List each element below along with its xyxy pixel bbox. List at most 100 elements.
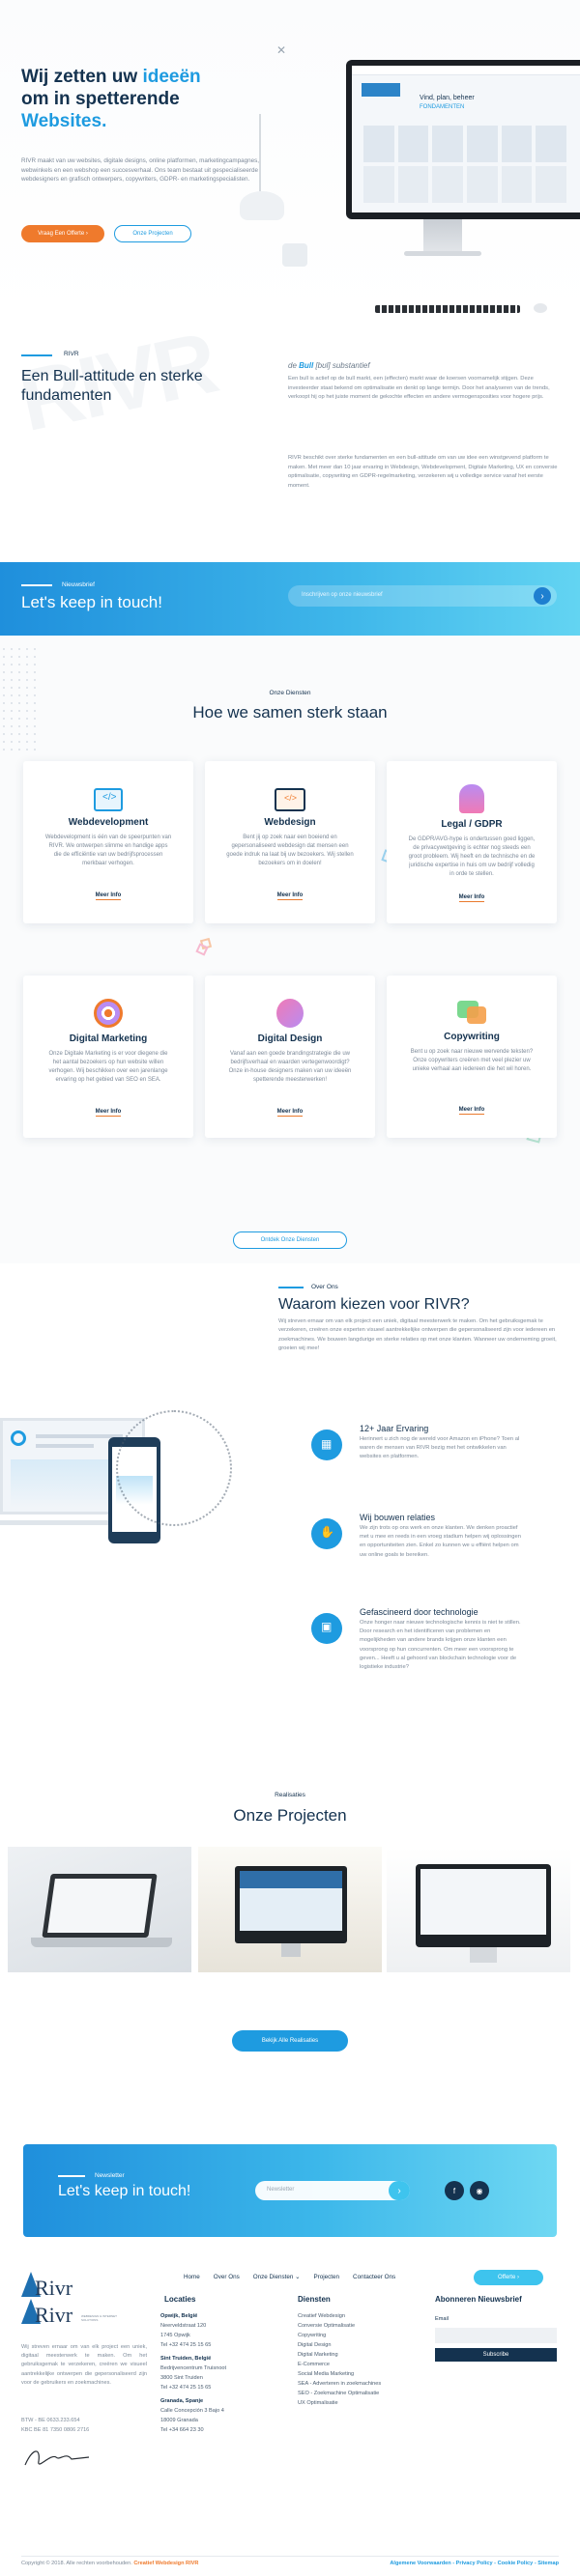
about-section: RIVR RIVR Een Bull-attitude en sterke fu… (0, 315, 580, 560)
footer-nav: Home Over Ons Onze Diensten ⌄ Projecten … (184, 2274, 395, 2280)
service-card-legal-gdpr: Legal / GDPR De GDPR/AVG-hype is ondertu… (387, 761, 557, 923)
hero-title-highlight: ideeën (142, 67, 201, 87)
service-link[interactable]: SEA - Adverteren in zoekmachines (298, 2379, 385, 2389)
service-description: Vanaf aan een goede brandingstrategie di… (228, 1051, 352, 1083)
calendar-icon: ▦ (311, 1430, 342, 1460)
subscribe-button[interactable]: Subscribe (435, 2348, 557, 2362)
project-card-laptop[interactable] (8, 1847, 191, 1972)
hero-cup-image (282, 243, 307, 267)
newsletter-input[interactable]: Inschrijven op onze nieuwsbrief (288, 585, 557, 607)
copyright-link[interactable]: Creatief Webdesign RIVR (133, 2561, 198, 2566)
more-info-link[interactable]: Meer Info (276, 892, 304, 900)
service-link[interactable]: Conversie Optimalisatie (298, 2321, 423, 2331)
location-name: Opwijk, België (160, 2313, 198, 2319)
request-quote-button[interactable]: Vraag Een Offerte › (21, 225, 104, 242)
location-phone[interactable]: Tel +32 474 25 15 65 (160, 2340, 276, 2350)
more-info-link[interactable]: Meer Info (276, 1109, 304, 1117)
newsletter2-submit-button[interactable]: › (389, 2181, 410, 2200)
project-card-monitor[interactable] (198, 1847, 382, 1972)
nav-projecten[interactable]: Projecten (313, 2274, 339, 2280)
about-eyebrow-line (21, 354, 52, 356)
offerte-label: Offerte › (498, 2275, 519, 2280)
more-info-link[interactable]: Meer Info (95, 892, 122, 900)
service-link[interactable]: Social Media Marketing (298, 2369, 423, 2379)
target-icon (94, 999, 123, 1028)
newsletter2-eyebrow: Newsletter (95, 2172, 125, 2179)
request-quote-label: Vraag Een Offerte (38, 231, 85, 237)
service-link[interactable]: UX Optimalisatie (298, 2398, 423, 2408)
location-line: 18009 Granada (160, 2418, 198, 2423)
newsletter-title: Let's keep in touch! (21, 593, 162, 611)
newsletter2-input[interactable]: Newsletter (255, 2181, 410, 2200)
monitor-design-icon: </> (275, 788, 305, 811)
location-phone[interactable]: Tel +32 474 25 15 65 (160, 2383, 276, 2392)
chat-bubble-icon (457, 999, 486, 1026)
service-link[interactable]: SEO - Zoekmachine Optimalisatie (298, 2389, 394, 2398)
definition-article: de (288, 361, 300, 370)
keyboard-image (375, 305, 520, 313)
more-info-link[interactable]: Meer Info (458, 1107, 485, 1115)
more-info-link[interactable]: Meer Info (458, 894, 485, 902)
projects-section: Realisaties Onze Projecten Bekijk Alle R… (0, 1777, 580, 2125)
service-card-webdevelopment: </> Webdevelopment Webdevelopment is één… (23, 761, 193, 923)
location-opwijk: Opwijk, België Neerveldstraat 120 1745 O… (160, 2311, 276, 2350)
service-link[interactable]: Creatief Webdesign (298, 2311, 423, 2321)
service-description: De GDPR/AVG-hype is ondertussen goed lig… (408, 836, 536, 877)
project-card-imac[interactable] (387, 1847, 570, 1972)
instagram-glyph: ◉ (476, 2186, 483, 2195)
service-link[interactable]: Copywriting (298, 2331, 423, 2340)
location-phone[interactable]: Tel +34 664 23 30 (160, 2425, 276, 2435)
handshake-icon: ✋ (311, 1518, 342, 1549)
discover-services-button[interactable]: Ontdek Onze Diensten (233, 1231, 347, 1249)
close-icon[interactable]: ✕ (276, 43, 286, 57)
service-title: Legal / GDPR (441, 819, 503, 830)
footer-btw: BTW - BE 0633.233.654 (21, 2418, 80, 2423)
nav-contacteer-ons[interactable]: Contacteer Ons (353, 2274, 395, 2280)
service-title: Digital Design (257, 1033, 323, 1044)
newsletter-submit-button[interactable]: › (534, 587, 551, 605)
code-window-icon: </> (94, 788, 123, 811)
projects-eyebrow: Realisaties (275, 1792, 305, 1798)
our-projects-label: Onze Projecten (132, 231, 173, 237)
definition-word: Bull (299, 361, 314, 370)
service-link[interactable]: E-Commerce (298, 2360, 423, 2369)
feature-title: Gefascineerd door technologie (360, 1607, 478, 1617)
facebook-glyph: f (452, 2186, 456, 2195)
locations-title: Locaties (164, 2295, 196, 2304)
devices-illustration (0, 1399, 242, 1582)
service-link[interactable]: Digital Design (298, 2340, 423, 2350)
facebook-icon[interactable]: f (445, 2181, 464, 2200)
location-line: Neerveldstraat 120 (160, 2323, 207, 2329)
all-projects-button[interactable]: Bekijk Alle Realisaties (232, 2030, 348, 2052)
footer-iban: KBC BE 81 7350 0806 2716 (21, 2427, 90, 2433)
nav-home[interactable]: Home (184, 2274, 200, 2280)
location-name: Granada, Spanje (160, 2398, 204, 2404)
our-projects-button[interactable]: Onze Projecten (114, 225, 191, 242)
location-line: Calle Concepción 3 Bajo 4 (160, 2408, 224, 2414)
more-info-link[interactable]: Meer Info (95, 1109, 122, 1117)
services-title: Diensten (298, 2295, 331, 2304)
offerte-button[interactable]: Offerte › (474, 2270, 543, 2285)
instagram-icon[interactable]: ◉ (470, 2181, 489, 2200)
chevron-right-icon: › (540, 590, 544, 602)
hero-lamp-image (232, 114, 290, 220)
all-projects-label: Bekijk Alle Realisaties (261, 2038, 319, 2044)
service-title: Webdevelopment (68, 817, 149, 828)
footer: Rivr Rivr WEBDESIGN & INTERNET SOLUTIONS… (0, 2250, 580, 2576)
service-title: Webdesign (264, 817, 316, 828)
legal-links[interactable]: Algemene Voorwaarden - Privacy Policy - … (329, 2561, 559, 2566)
service-link[interactable]: Digital Marketing (298, 2350, 423, 2360)
arrow-right-icon: › (85, 231, 88, 237)
footer-about: Wij streven ernaar om van elk project ee… (21, 2344, 147, 2386)
newsletter-eyebrow: Nieuwsbrief (62, 581, 95, 588)
mouse-image (534, 303, 547, 313)
service-title: Digital Marketing (69, 1033, 148, 1044)
why-title: Waarom kiezen voor RIVR? (278, 1296, 470, 1313)
nav-over-ons[interactable]: Over Ons (214, 2274, 240, 2280)
location-name: Sint Truiden, België (160, 2356, 212, 2362)
subscribe-email-field[interactable] (435, 2328, 557, 2343)
services-eyebrow: Onze Diensten (269, 690, 311, 696)
footer-logo[interactable]: Rivr Rivr WEBDESIGN & INTERNET SOLUTIONS (21, 2272, 118, 2330)
nav-onze-diensten[interactable]: Onze Diensten ⌄ (253, 2274, 301, 2280)
location-granada: Granada, Spanje Calle Concepción 3 Bajo … (160, 2396, 276, 2435)
